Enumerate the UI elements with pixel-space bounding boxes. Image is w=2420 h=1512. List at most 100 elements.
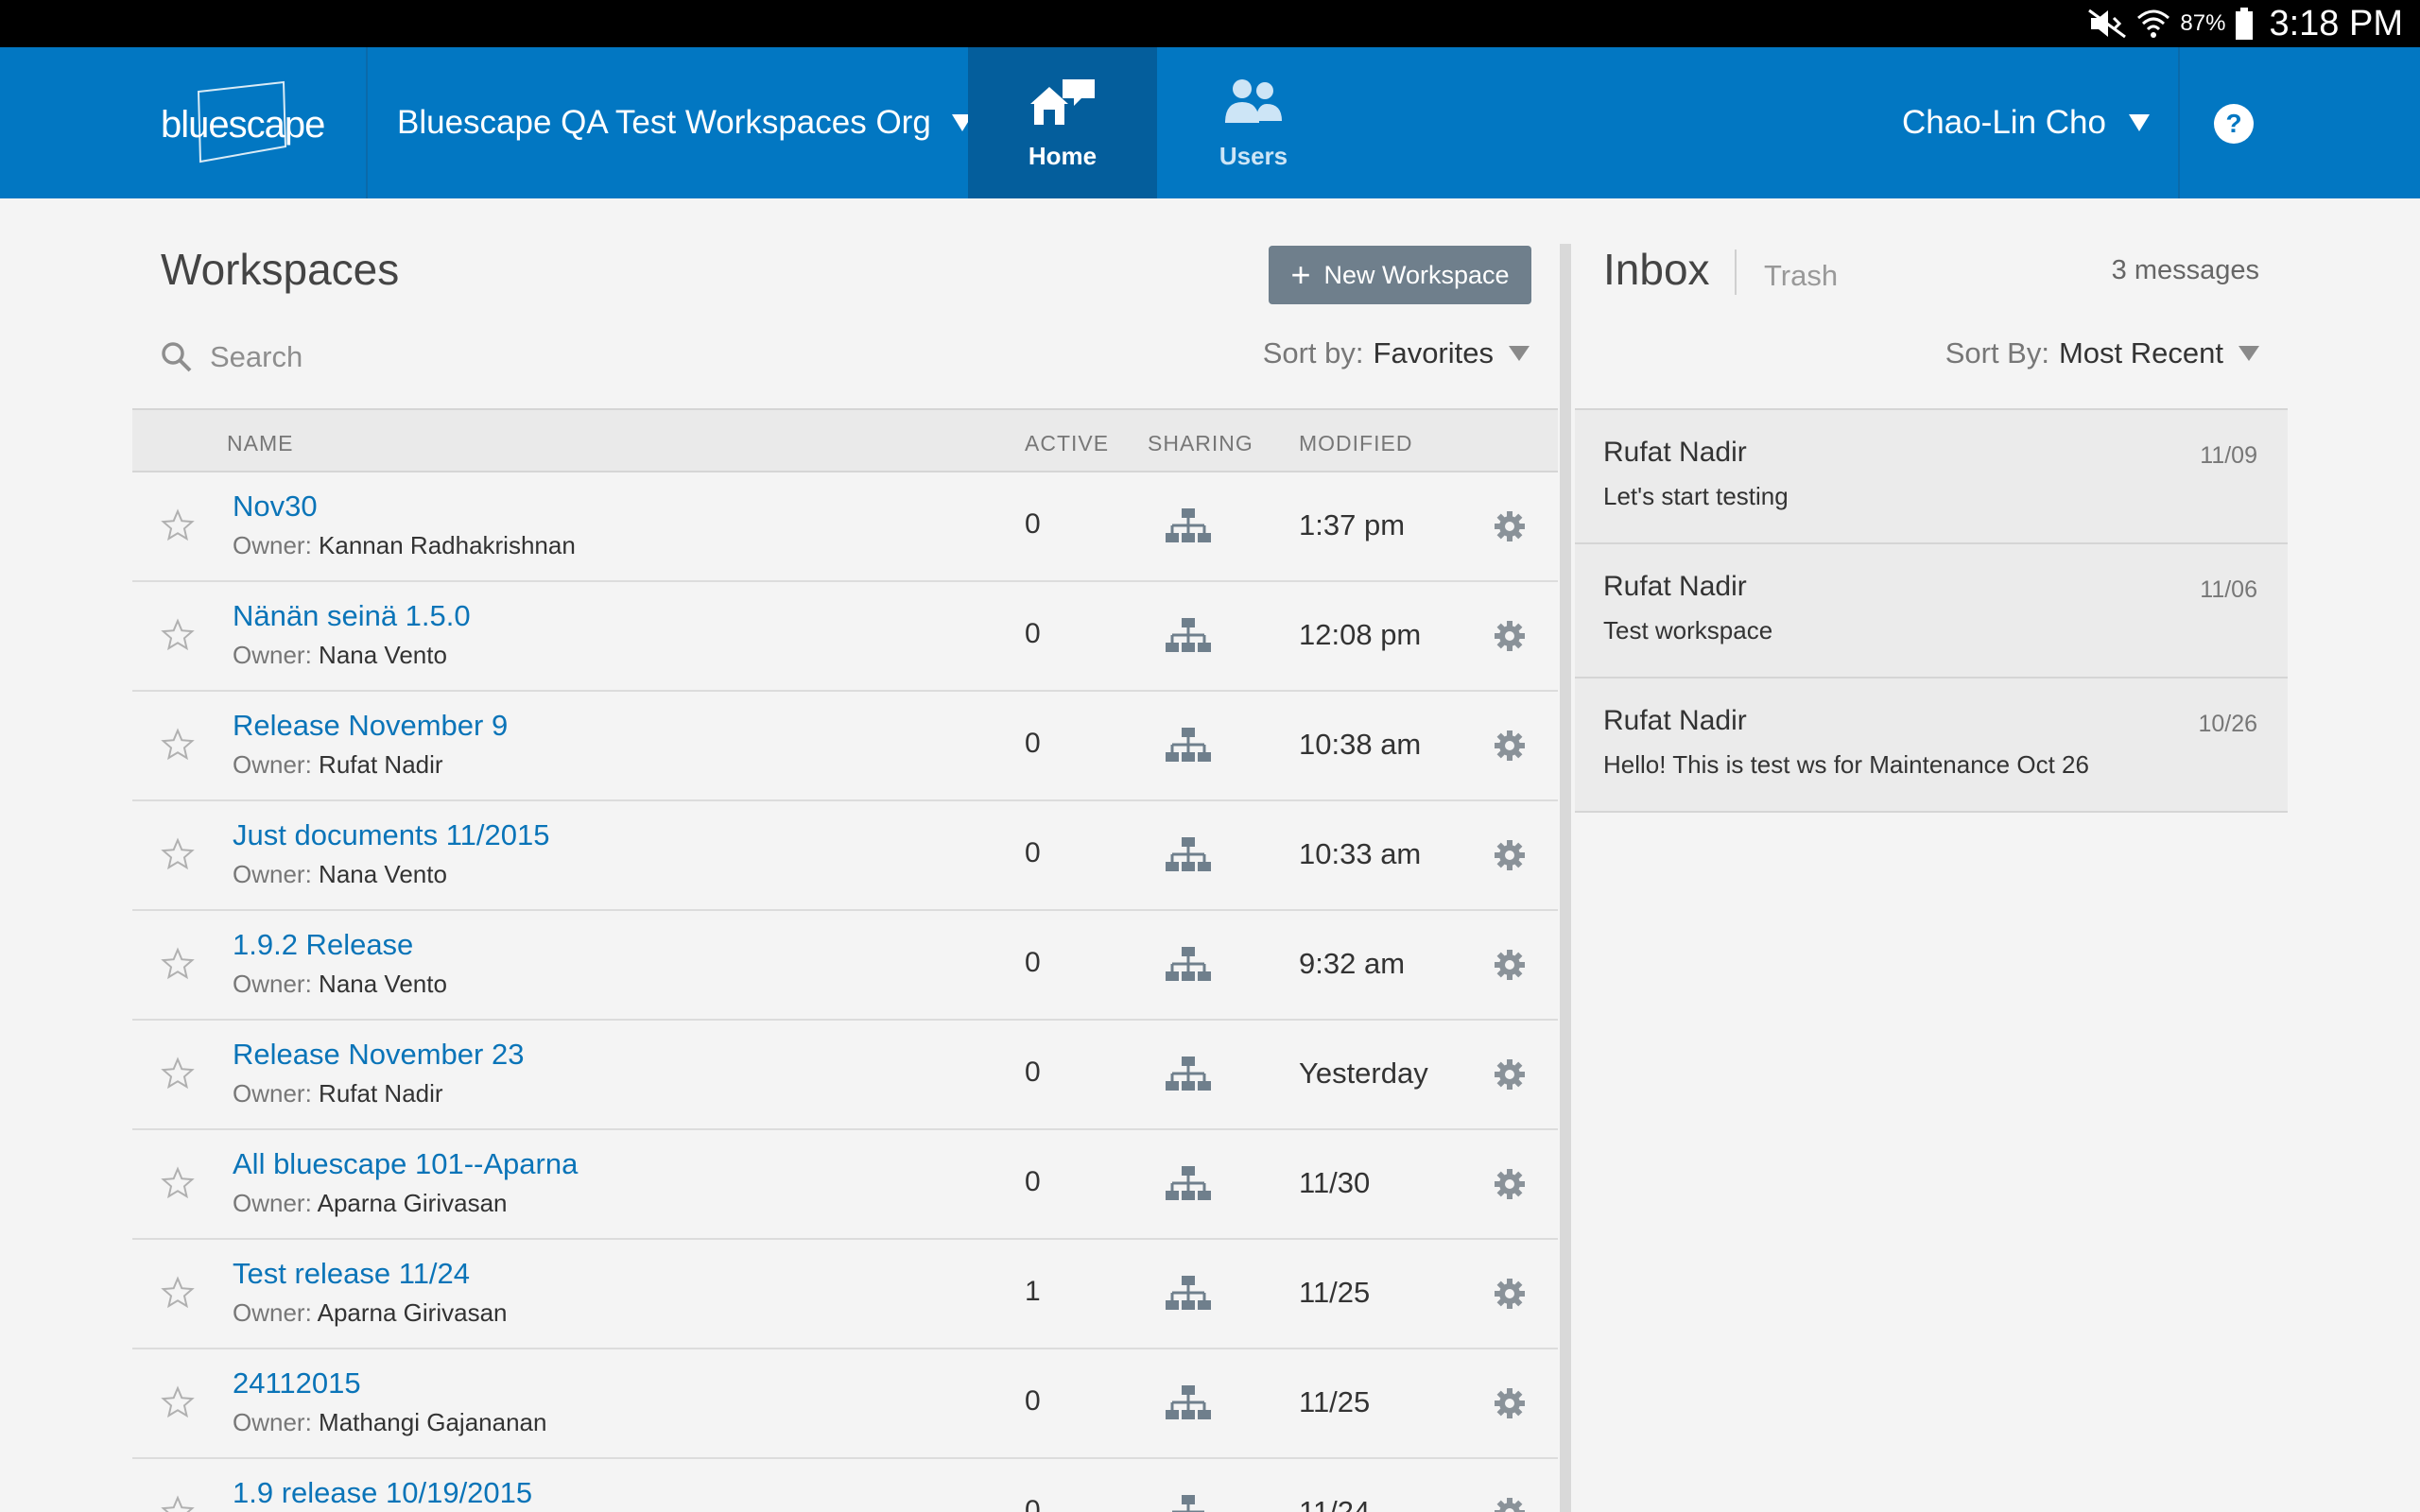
workspace-name[interactable]: Release November 9 xyxy=(233,709,508,743)
gear-icon[interactable] xyxy=(1494,1278,1526,1310)
workspace-owner: Owner: Kannan Radhakrishnan xyxy=(233,531,576,560)
star-icon[interactable] xyxy=(161,1385,195,1419)
gear-icon[interactable] xyxy=(1494,1168,1526,1200)
workspace-name[interactable]: Just documents 11/2015 xyxy=(233,818,549,852)
new-workspace-label: New Workspace xyxy=(1323,260,1510,289)
inbox-sort-dropdown[interactable]: Sort By: Most Recent xyxy=(1945,336,2259,370)
table-row[interactable]: 24112015 Owner: Mathangi Gajananan 0 11/25 xyxy=(132,1349,1558,1459)
star-icon[interactable] xyxy=(161,618,195,652)
sharing-icon[interactable] xyxy=(1165,616,1212,658)
star-icon[interactable] xyxy=(161,1166,195,1200)
panel-scrollbar[interactable] xyxy=(1560,244,1571,1512)
gear-icon[interactable] xyxy=(1494,1387,1526,1419)
star-icon[interactable] xyxy=(161,837,195,871)
nav-home-tab[interactable]: Home xyxy=(968,47,1157,198)
workspace-owner: Owner: Nana Vento xyxy=(233,641,447,670)
workspace-search[interactable]: Search xyxy=(161,331,822,384)
table-row[interactable]: Nov30 Owner: Kannan Radhakrishnan 0 1:37 pm xyxy=(132,472,1558,582)
user-menu[interactable]: Chao-Lin Cho xyxy=(1902,47,2150,198)
sharing-icon[interactable] xyxy=(1165,1274,1212,1315)
workspace-sort-dropdown[interactable]: Sort by: Favorites xyxy=(1263,336,1530,370)
modified-time: 12:08 pm xyxy=(1299,618,1422,651)
trash-tab[interactable]: Trash xyxy=(1764,259,1838,293)
workspace-name[interactable]: All bluescape 101--Aparna xyxy=(233,1147,578,1181)
inbox-message[interactable]: Rufat Nadir 11/09 Let's start testing xyxy=(1575,410,2288,544)
table-row[interactable]: Test release 11/24 Owner: Aparna Girivasa… xyxy=(132,1240,1558,1349)
gear-icon[interactable] xyxy=(1494,949,1526,981)
star-icon[interactable] xyxy=(161,728,195,762)
inbox-tab-divider xyxy=(1735,249,1737,295)
modified-time: 1:37 pm xyxy=(1299,508,1406,541)
workspace-table-header: NAME ACTIVE SHARING MODIFIED xyxy=(132,408,1558,472)
sort-value: Favorites xyxy=(1373,336,1494,369)
owner-label: Owner: xyxy=(233,1079,312,1108)
workspace-name[interactable]: 1.9.2 Release xyxy=(233,928,413,962)
star-icon[interactable] xyxy=(161,508,195,542)
chevron-down-icon xyxy=(1509,346,1530,361)
sharing-icon[interactable] xyxy=(1165,1164,1212,1206)
workspace-name[interactable]: Test release 11/24 xyxy=(233,1257,470,1291)
workspace-owner: Owner: Nana Vento xyxy=(233,860,447,889)
gear-icon[interactable] xyxy=(1494,510,1526,542)
workspace-name[interactable]: 1.9 release 10/19/2015 xyxy=(233,1476,532,1510)
table-row[interactable]: Release November 9 Owner: Rufat Nadir 0 10:… xyxy=(132,692,1558,801)
gear-icon[interactable] xyxy=(1494,620,1526,652)
workspace-name[interactable]: Nov30 xyxy=(233,490,318,524)
header-divider xyxy=(2178,47,2180,198)
star-icon[interactable] xyxy=(161,1057,195,1091)
star-icon[interactable] xyxy=(161,1276,195,1310)
wifi-icon xyxy=(2137,9,2170,38)
table-row[interactable]: 1.9.2 Release Owner: Nana Vento 0 9:32 am xyxy=(132,911,1558,1021)
home-icon xyxy=(1030,79,1095,125)
column-name[interactable]: NAME xyxy=(227,431,293,456)
star-icon[interactable] xyxy=(161,947,195,981)
mute-icon xyxy=(2088,9,2127,39)
inbox-tab[interactable]: Inbox xyxy=(1603,244,1710,295)
battery-icon xyxy=(2236,8,2254,40)
user-name: Chao-Lin Cho xyxy=(1902,104,2106,141)
owner-name: Aparna Girivasan xyxy=(317,1298,508,1327)
new-workspace-button[interactable]: + New Workspace xyxy=(1269,246,1531,304)
sharing-icon[interactable] xyxy=(1165,726,1212,767)
nav-users-tab[interactable]: Users xyxy=(1159,47,1348,198)
active-count: 0 xyxy=(1025,618,1041,649)
active-count: 0 xyxy=(1025,508,1041,540)
sharing-icon[interactable] xyxy=(1165,507,1212,548)
table-row[interactable]: Nänän seinä 1.5.0 Owner: Nana Vento 0 12:08… xyxy=(132,582,1558,692)
gear-icon[interactable] xyxy=(1494,839,1526,871)
table-row[interactable]: Just documents 11/2015 Owner: Nana Vento 0… xyxy=(132,801,1558,911)
message-list: Rufat Nadir 11/09 Let's start testing Rufat… xyxy=(1575,410,2288,813)
active-count: 0 xyxy=(1025,728,1041,759)
sharing-icon[interactable] xyxy=(1165,945,1212,987)
modified-time: Yesterday xyxy=(1299,1057,1428,1090)
column-sharing[interactable]: SHARING xyxy=(1148,431,1253,456)
table-row[interactable]: All bluescape 101--Aparna Owner: Aparna G… xyxy=(132,1130,1558,1240)
table-row[interactable]: Release November 23 Owner: Rufat Nadir 0 Ye… xyxy=(132,1021,1558,1130)
sharing-icon[interactable] xyxy=(1165,1383,1212,1425)
active-count: 1 xyxy=(1025,1276,1041,1307)
sharing-icon[interactable] xyxy=(1165,835,1212,877)
gear-icon[interactable] xyxy=(1494,1058,1526,1091)
workspace-name[interactable]: Nänän seinä 1.5.0 xyxy=(233,599,471,633)
gear-icon[interactable] xyxy=(1494,730,1526,762)
star-icon[interactable] xyxy=(161,1495,195,1512)
active-count: 0 xyxy=(1025,1385,1041,1417)
table-row[interactable]: 1.9 release 10/19/2015 0 11/24 xyxy=(132,1459,1558,1512)
org-selector[interactable]: Bluescape QA Test Workspaces Org xyxy=(397,47,973,198)
message-count: 3 messages xyxy=(2111,255,2259,285)
workspace-name[interactable]: Release November 23 xyxy=(233,1038,524,1072)
inbox-message[interactable]: Rufat Nadir 11/06 Test workspace xyxy=(1575,544,2288,679)
workspace-name[interactable]: 24112015 xyxy=(233,1366,361,1400)
sharing-icon[interactable] xyxy=(1165,1055,1212,1096)
message-subject: Test workspace xyxy=(1603,616,1773,644)
sharing-icon[interactable] xyxy=(1165,1493,1212,1512)
owner-name: Aparna Girivasan xyxy=(317,1189,508,1217)
column-active[interactable]: ACTIVE xyxy=(1025,431,1109,456)
gear-icon[interactable] xyxy=(1494,1497,1526,1512)
status-bar: 87% 3:18 PM xyxy=(0,0,2420,47)
owner-label: Owner: xyxy=(233,1408,312,1436)
inbox-message[interactable]: Rufat Nadir 10/26 Hello! This is test ws f… xyxy=(1575,679,2288,813)
help-button[interactable]: ? xyxy=(2214,104,2254,144)
workspace-owner: Owner: Aparna Girivasan xyxy=(233,1189,508,1218)
column-modified[interactable]: MODIFIED xyxy=(1299,431,1412,456)
